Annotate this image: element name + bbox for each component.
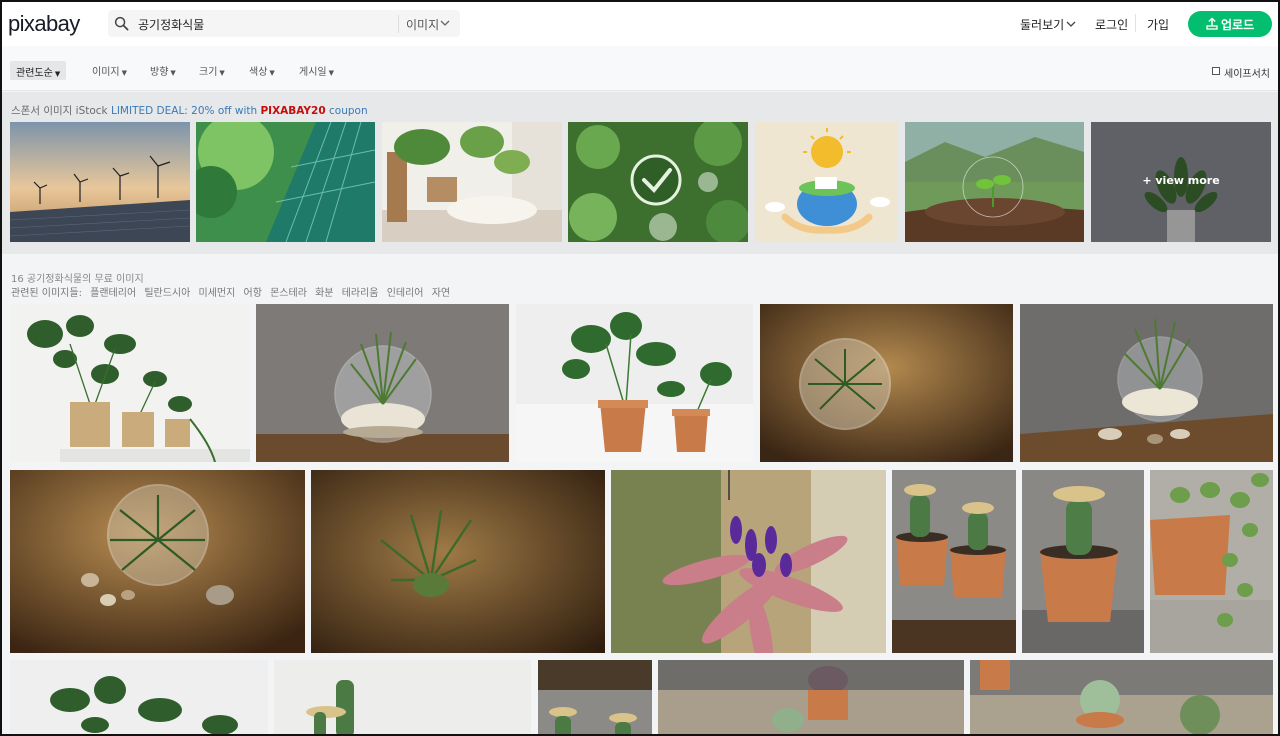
- result-image[interactable]: [256, 304, 509, 462]
- caret-down-icon: ▼: [219, 69, 225, 77]
- related-tags: 관련된 이미지들: 플랜테리어 틸란드시아 미세먼지 어항 몬스테라 화분 테라…: [11, 284, 455, 299]
- result-image[interactable]: [10, 470, 305, 653]
- caret-down-icon: ▼: [170, 69, 176, 77]
- search-icon[interactable]: [114, 16, 129, 31]
- search-bar[interactable]: 공기정화식물 이미지: [108, 10, 460, 37]
- sponsored-banner[interactable]: 스폰서 이미지 iStock LIMITED DEAL: 20% off wit…: [11, 103, 368, 118]
- related-tag[interactable]: 자연: [432, 288, 450, 299]
- result-image[interactable]: [658, 660, 964, 734]
- explore-menu[interactable]: 둘러보기: [1020, 16, 1076, 33]
- filter-label: 이미지: [92, 67, 120, 78]
- chevron-down-icon[interactable]: [440, 18, 450, 28]
- safesearch-checkbox[interactable]: [1212, 67, 1220, 75]
- filter-bar: 관련도순 ▼ 이미지 ▼ 방향 ▼ 크기 ▼ 색상 ▼ 게시일 ▼ 세이프서치: [2, 46, 1278, 91]
- search-input[interactable]: 공기정화식물: [138, 16, 204, 33]
- caret-down-icon: ▼: [269, 69, 275, 77]
- result-image[interactable]: [970, 660, 1273, 734]
- results-count: 16 공기정화식물의 무료 이미지: [11, 274, 144, 285]
- related-tag[interactable]: 테라리움: [342, 288, 379, 299]
- related-tag[interactable]: 화분: [315, 288, 333, 299]
- result-image[interactable]: [1020, 304, 1273, 462]
- filter-label: 게시일: [299, 67, 327, 78]
- promo-code: PIXABAY20: [260, 105, 326, 117]
- istock-label: iStock: [75, 105, 108, 117]
- caret-down-icon: ▼: [121, 69, 127, 77]
- explore-label: 둘러보기: [1020, 18, 1065, 32]
- browser-frame: pixabay 공기정화식물 이미지 둘러보기 로그인 가입 업로드 관련도순 …: [0, 0, 1280, 736]
- top-header: pixabay 공기정화식물 이미지 둘러보기 로그인 가입 업로드: [2, 2, 1278, 46]
- result-image[interactable]: [10, 660, 268, 734]
- filter-label: 색상: [249, 67, 268, 78]
- filter-label: 크기: [199, 67, 218, 78]
- filter-relevance[interactable]: 관련도순 ▼: [10, 61, 67, 80]
- result-image[interactable]: [516, 304, 753, 462]
- safesearch-label: 세이프서치: [1224, 69, 1270, 80]
- sponsored-image[interactable]: [382, 122, 562, 242]
- sponsored-image[interactable]: [10, 122, 190, 242]
- deal-text: LIMITED DEAL: 20% off with: [110, 105, 258, 117]
- filter-date[interactable]: 게시일 ▼: [299, 63, 334, 82]
- filter-image-type[interactable]: 이미지 ▼: [92, 63, 127, 82]
- filter-size[interactable]: 크기 ▼: [199, 63, 225, 82]
- result-image[interactable]: [10, 304, 250, 462]
- sponsored-prefix: 스폰서 이미지: [11, 105, 73, 117]
- result-image[interactable]: [892, 470, 1016, 653]
- related-tag[interactable]: 몬스테라: [270, 288, 307, 299]
- caret-down-icon: ▼: [54, 70, 61, 78]
- upload-button[interactable]: 업로드: [1188, 11, 1272, 37]
- upload-icon: [1206, 17, 1218, 30]
- caret-down-icon: ▼: [328, 69, 334, 77]
- chevron-down-icon: [1066, 21, 1076, 27]
- result-image[interactable]: [274, 660, 531, 734]
- sponsored-image[interactable]: [568, 122, 748, 242]
- result-image[interactable]: [1150, 470, 1273, 653]
- filter-orientation[interactable]: 방향 ▼: [150, 63, 176, 82]
- related-tag[interactable]: 어항: [244, 288, 262, 299]
- result-image[interactable]: [760, 304, 1013, 462]
- related-tag[interactable]: 틸란드시아: [144, 288, 190, 299]
- related-tag[interactable]: 플랜테리어: [90, 288, 136, 299]
- sponsored-section: 스폰서 이미지 iStock LIMITED DEAL: 20% off wit…: [2, 92, 1278, 254]
- filter-color[interactable]: 색상 ▼: [249, 63, 275, 82]
- search-type-select[interactable]: 이미지: [406, 16, 439, 33]
- related-label: 관련된 이미지들:: [11, 288, 82, 299]
- sponsored-image[interactable]: [196, 122, 375, 242]
- sponsored-image[interactable]: [755, 122, 898, 242]
- deal-suffix: coupon: [329, 105, 368, 117]
- filter-label: 관련도순: [16, 68, 53, 79]
- nav-divider: [1135, 14, 1136, 32]
- related-tag[interactable]: 인테리어: [387, 288, 424, 299]
- result-image[interactable]: [311, 470, 605, 653]
- pixabay-logo[interactable]: pixabay: [8, 11, 80, 37]
- join-link[interactable]: 가입: [1147, 16, 1169, 33]
- result-image[interactable]: [538, 660, 652, 734]
- sponsored-image[interactable]: [905, 122, 1084, 242]
- search-divider: [398, 15, 399, 33]
- related-tag[interactable]: 미세먼지: [199, 288, 236, 299]
- login-link[interactable]: 로그인: [1095, 16, 1128, 33]
- result-image[interactable]: [611, 470, 886, 653]
- view-more-label: + view more: [1142, 174, 1220, 187]
- result-image[interactable]: [1022, 470, 1144, 653]
- view-more-tile[interactable]: + view more: [1091, 122, 1271, 242]
- filter-label: 방향: [150, 67, 169, 78]
- upload-label: 업로드: [1221, 18, 1255, 32]
